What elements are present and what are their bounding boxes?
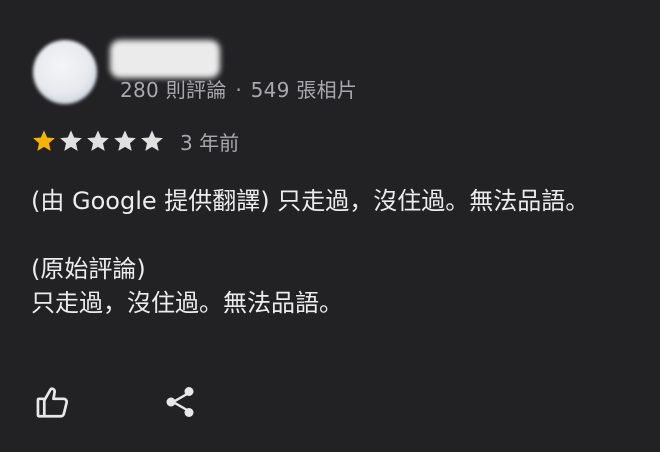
share-button[interactable] (160, 382, 200, 422)
star-icon (87, 130, 109, 151)
original-review-text: 只走過，沒住過。無法品語。 (31, 289, 343, 317)
reviewer-name-redacted[interactable] (110, 40, 220, 78)
original-review-heading: (原始評論) (31, 255, 146, 283)
star-icon (114, 130, 136, 151)
avatar[interactable] (33, 40, 97, 104)
review-time: 3 年前 (180, 130, 240, 155)
thumbs-up-icon (36, 387, 69, 418)
like-button[interactable] (33, 382, 73, 422)
photo-count: 549 張相片 (250, 78, 358, 102)
star-icon (141, 130, 163, 151)
reviewer-stats: 280 則評論 · 549 張相片 (120, 74, 357, 103)
star-icon (60, 130, 82, 151)
review-text: (由 Google 提供翻譯) 只走過，沒住過。無法品語。 (原始評論) 只走過… (31, 184, 659, 320)
stats-separator: · (235, 78, 242, 102)
star-rating: 3 年前 (31, 126, 239, 156)
star-icon (33, 130, 55, 151)
share-icon (166, 387, 194, 417)
review-card: 280 則評論 · 549 張相片 3 年前 (由 Google 提供翻譯) 只… (0, 0, 660, 452)
review-count: 280 則評論 (120, 78, 227, 102)
translated-review-line: (由 Google 提供翻譯) 只走過，沒住過。無法品語。 (31, 187, 590, 215)
